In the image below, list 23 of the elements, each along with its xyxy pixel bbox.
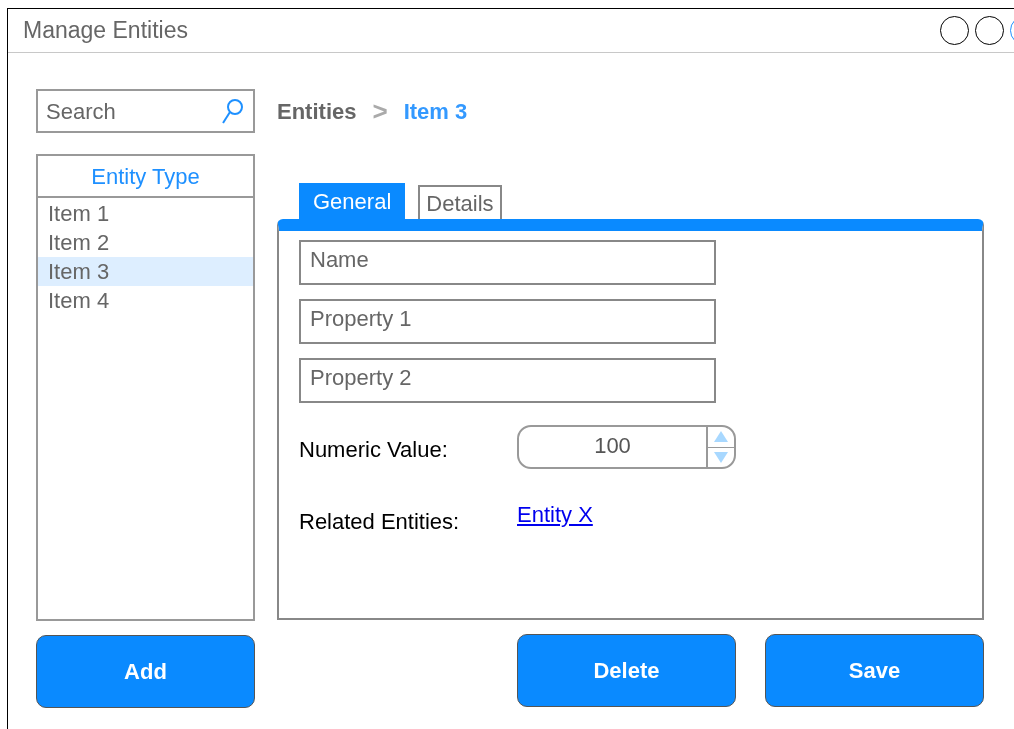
breadcrumb-link[interactable]: Entities [277, 94, 357, 128]
list-header: Entity Type [91, 162, 200, 191]
list-item[interactable]: Item 2 [38, 228, 253, 257]
input-field[interactable]: Name [299, 240, 716, 285]
search-icon [221, 97, 245, 125]
window-title: Manage Entities [23, 16, 188, 46]
add-button[interactable]: Add [36, 635, 255, 708]
delete-button[interactable]: Delete [517, 634, 736, 707]
list-item[interactable]: Item 4 [38, 286, 253, 315]
tab[interactable]: Details [418, 185, 502, 219]
breadcrumb-current: Item 3 [403, 97, 468, 126]
field-label: Numeric Value: [299, 435, 449, 464]
search-field[interactable]: Search [36, 89, 255, 133]
save-button[interactable]: Save [765, 634, 984, 707]
tab[interactable]: General [299, 183, 406, 219]
entity-link[interactable]: Entity X [517, 498, 593, 531]
search-input: Search [46, 94, 221, 128]
list-item[interactable]: Item 1 [38, 199, 253, 228]
list-item[interactable]: Item 3 [38, 257, 253, 286]
breadcrumb-separator: > [372, 94, 388, 128]
field-label: Related Entities: [299, 508, 461, 536]
input-field[interactable]: Property 1 [299, 299, 716, 344]
input-field[interactable]: Property 2 [299, 358, 716, 403]
